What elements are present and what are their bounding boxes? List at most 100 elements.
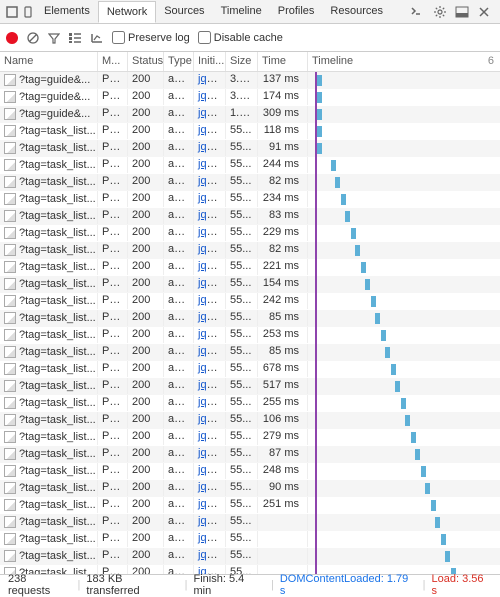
table-row[interactable]: ?tag=task_list...PO...200ap...jqu...55..…	[0, 497, 500, 514]
col-size[interactable]: Size	[226, 52, 258, 71]
initiator-link[interactable]: jqu...	[198, 73, 222, 85]
table-row[interactable]: ?tag=task_list...PO...200ap...jqu...55..…	[0, 123, 500, 140]
initiator-link[interactable]: jqu...	[198, 277, 222, 289]
initiator-link[interactable]: jqu...	[198, 328, 222, 340]
initiator-link[interactable]: jqu...	[198, 311, 222, 323]
tab-sources[interactable]: Sources	[156, 1, 212, 22]
tab-timeline[interactable]: Timeline	[213, 1, 270, 22]
console-icon[interactable]	[410, 4, 426, 20]
table-row[interactable]: ?tag=guide&...PO...200ap...jqu...1.3...3…	[0, 106, 500, 123]
table-row[interactable]: ?tag=task_list...PO...200ap...jqu...55..…	[0, 412, 500, 429]
tab-elements[interactable]: Elements	[36, 1, 98, 22]
col-initiator[interactable]: Initi...	[194, 52, 226, 71]
initiator-link[interactable]: jqu...	[198, 362, 222, 374]
method: PO...	[98, 395, 128, 411]
table-row[interactable]: ?tag=guide&...PO...200ap...jqu...3.8...1…	[0, 89, 500, 106]
initiator-link[interactable]: jqu...	[198, 345, 222, 357]
initiator-link[interactable]: jqu...	[198, 532, 222, 544]
table-row[interactable]: ?tag=task_list...PO...200ap...jqu...55..…	[0, 378, 500, 395]
initiator-link[interactable]: jqu...	[198, 481, 222, 493]
close-icon[interactable]	[476, 4, 492, 20]
col-name[interactable]: Name	[0, 52, 98, 71]
initiator-link[interactable]: jqu...	[198, 209, 222, 221]
record-icon[interactable]	[6, 32, 18, 44]
request-name: ?tag=task_list...	[19, 550, 96, 562]
size: 55...	[226, 378, 258, 394]
initiator-link[interactable]: jqu...	[198, 192, 222, 204]
table-row[interactable]: ?tag=task_list...PO...200ap...jqu...55..…	[0, 327, 500, 344]
tab-resources[interactable]: Resources	[322, 1, 391, 22]
table-row[interactable]: ?tag=task_list...PO...200ap...jqu...55..…	[0, 191, 500, 208]
table-row[interactable]: ?tag=task_list...PO...200ap...jqu...55..…	[0, 140, 500, 157]
request-name: ?tag=task_list...	[19, 295, 96, 307]
table-row[interactable]: ?tag=task_list...PO...200ap...jqu...55..…	[0, 446, 500, 463]
tab-network[interactable]: Network	[98, 1, 156, 23]
initiator-link[interactable]: jqu...	[198, 243, 222, 255]
initiator-link[interactable]: jqu...	[198, 379, 222, 391]
table-row[interactable]: ?tag=task_list...PO...200ap...jqu...55..…	[0, 429, 500, 446]
size: 55...	[226, 412, 258, 428]
table-row[interactable]: ?tag=task_list...PO...200ap...jqu...55..…	[0, 225, 500, 242]
filter-icon[interactable]	[48, 32, 60, 44]
clear-icon[interactable]	[26, 31, 40, 45]
initiator-link[interactable]: jqu...	[198, 141, 222, 153]
initiator-link[interactable]: jqu...	[198, 158, 222, 170]
table-row[interactable]: ?tag=task_list...PO...200ap...jqu...55..…	[0, 548, 500, 565]
table-row[interactable]: ?tag=guide&...PO...200ap...jqu...3.1...1…	[0, 72, 500, 89]
device-icon[interactable]	[20, 6, 36, 18]
initiator-link[interactable]: jqu...	[198, 413, 222, 425]
type: ap...	[164, 89, 194, 105]
col-type[interactable]: Type	[164, 52, 194, 71]
table-row[interactable]: ?tag=task_list...PO...200ap...jqu...55..…	[0, 395, 500, 412]
file-icon	[4, 516, 16, 528]
initiator-link[interactable]: jqu...	[198, 498, 222, 510]
table-row[interactable]: ?tag=task_list...PO...200ap...jqu...55..…	[0, 310, 500, 327]
table-row[interactable]: ?tag=task_list...PO...200ap...jqu...55..…	[0, 463, 500, 480]
table-row[interactable]: ?tag=task_list...PO...200ap...jqu...55..…	[0, 242, 500, 259]
table-row[interactable]: ?tag=task_list...PO...200ap...jqu...55..…	[0, 174, 500, 191]
initiator-link[interactable]: jqu...	[198, 515, 222, 527]
timeline-cell	[308, 140, 500, 156]
gear-icon[interactable]	[432, 4, 448, 20]
col-method[interactable]: M...	[98, 52, 128, 71]
request-name: ?tag=task_list...	[19, 176, 96, 188]
col-time[interactable]: Time	[258, 52, 308, 71]
timeline-cell	[308, 157, 500, 173]
view-icon[interactable]	[90, 32, 104, 44]
initiator-link[interactable]: jqu...	[198, 294, 222, 306]
initiator-link[interactable]: jqu...	[198, 464, 222, 476]
col-status[interactable]: Status	[128, 52, 164, 71]
table-row[interactable]: ?tag=task_list...PO...200ap...jqu...55..…	[0, 344, 500, 361]
dock-square-icon[interactable]	[4, 6, 20, 18]
tab-profiles[interactable]: Profiles	[270, 1, 323, 22]
timeline-cell	[308, 89, 500, 105]
method: PO...	[98, 463, 128, 479]
table-row[interactable]: ?tag=task_list...PO...200ap...jqu...55..…	[0, 480, 500, 497]
table-row[interactable]: ?tag=task_list...PO...200ap...jqu...55..…	[0, 208, 500, 225]
table-row[interactable]: ?tag=task_list...PO...200ap...jqu...55..…	[0, 259, 500, 276]
col-timeline[interactable]: Timeline6	[308, 52, 500, 71]
initiator-link[interactable]: jqu...	[198, 124, 222, 136]
table-row[interactable]: ?tag=task_list...PO...200ap...jqu...55..…	[0, 514, 500, 531]
initiator-link[interactable]: jqu...	[198, 396, 222, 408]
time: 229 ms	[258, 225, 308, 241]
table-row[interactable]: ?tag=task_list...PO...200ap...jqu...55..…	[0, 276, 500, 293]
initiator-link[interactable]: jqu...	[198, 447, 222, 459]
table-row[interactable]: ?tag=task_list...PO...200ap...jqu...55..…	[0, 361, 500, 378]
preserve-log-checkbox[interactable]: Preserve log	[112, 31, 190, 44]
initiator-link[interactable]: jqu...	[198, 90, 222, 102]
dock-toggle-icon[interactable]	[454, 4, 470, 20]
initiator-link[interactable]: jqu...	[198, 430, 222, 442]
initiator-link[interactable]: jqu...	[198, 260, 222, 272]
method: PO...	[98, 514, 128, 530]
disable-cache-checkbox[interactable]: Disable cache	[198, 31, 283, 44]
initiator-link[interactable]: jqu...	[198, 226, 222, 238]
initiator-link[interactable]: jqu...	[198, 549, 222, 561]
table-row[interactable]: ?tag=task_list...PO...200ap...jqu...55..…	[0, 293, 500, 310]
request-grid[interactable]: ?tag=guide&...PO...200ap...jqu...3.1...1…	[0, 72, 500, 574]
initiator-link[interactable]: jqu...	[198, 107, 222, 119]
details-icon[interactable]	[68, 32, 82, 44]
table-row[interactable]: ?tag=task_list...PO...200ap...jqu...55..…	[0, 157, 500, 174]
initiator-link[interactable]: jqu...	[198, 175, 222, 187]
table-row[interactable]: ?tag=task_list...PO...200ap...jqu...55..…	[0, 531, 500, 548]
